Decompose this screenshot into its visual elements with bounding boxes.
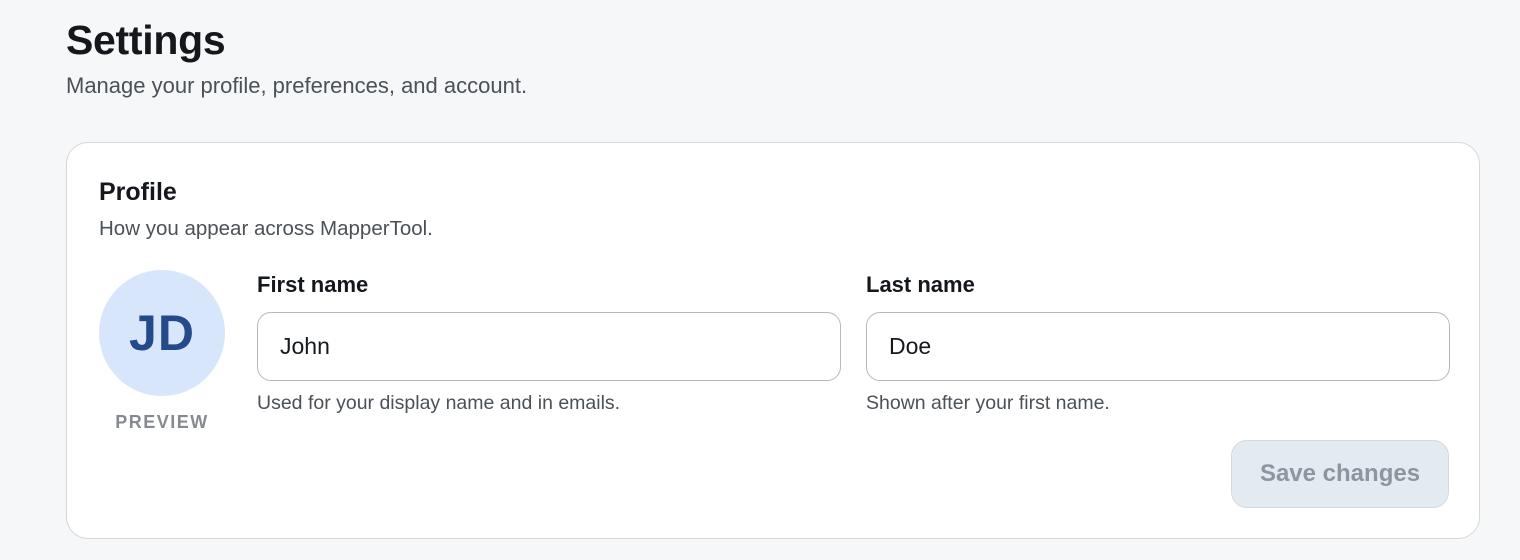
last-name-input[interactable] xyxy=(866,312,1450,381)
profile-section-subtitle: How you appear across MapperTool. xyxy=(99,217,433,240)
avatar-initials: JD xyxy=(129,305,195,361)
page-subtitle: Manage your profile, preferences, and ac… xyxy=(66,73,528,98)
first-name-label: First name xyxy=(257,272,369,297)
last-name-help: Shown after your first name. xyxy=(866,392,1110,414)
first-name-input[interactable] xyxy=(257,312,841,381)
save-changes-button[interactable]: Save changes xyxy=(1231,440,1449,508)
avatar-preview-caption: PREVIEW xyxy=(115,412,209,432)
first-name-group: First name Used for your display name an… xyxy=(257,271,841,415)
profile-card: Profile How you appear across MapperTool… xyxy=(66,142,1480,539)
avatar: JD xyxy=(99,270,225,396)
last-name-label: Last name xyxy=(866,272,975,297)
last-name-group: Last name Shown after your first name. xyxy=(866,271,1450,415)
first-name-help: Used for your display name and in emails… xyxy=(257,392,621,414)
profile-section-title: Profile xyxy=(99,178,177,206)
page-title: Settings xyxy=(66,17,226,63)
